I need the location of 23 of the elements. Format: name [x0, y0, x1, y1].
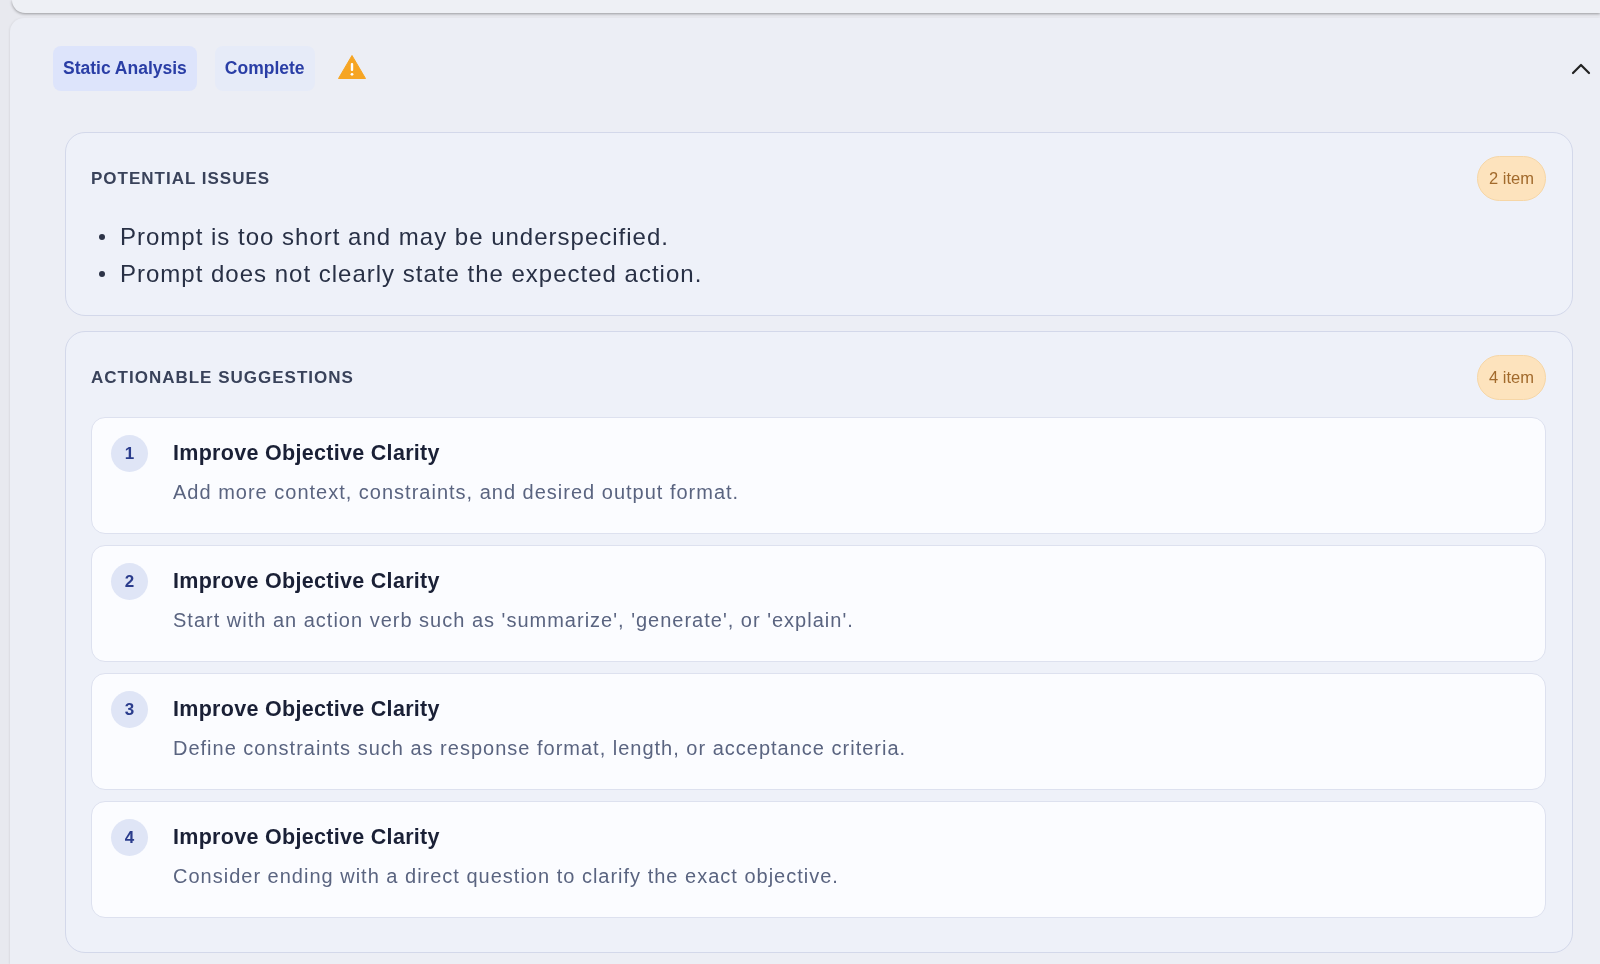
suggestion-text: Define constraints such as response format, length, or acceptance criteria.	[173, 736, 907, 760]
section-title: POTENTIAL ISSUES	[91, 168, 271, 189]
suggestion-title: Improve Objective Clarity	[173, 440, 440, 467]
count-badge: 4 item	[1477, 355, 1546, 400]
stage-tag: Static Analysis	[53, 46, 197, 91]
bullet-icon	[99, 233, 105, 240]
step-number: 1	[111, 435, 148, 472]
section-title: ACTIONABLE SUGGESTIONS	[91, 367, 354, 388]
step-number: 2	[111, 563, 148, 600]
step-number: 4	[111, 819, 148, 856]
issue-text: Prompt does not clearly state the expected action.	[120, 259, 703, 288]
suggestion-text: Add more context, constraints, and desired output format.	[173, 480, 740, 504]
bullet-icon	[99, 270, 105, 277]
count-badge: 2 item	[1477, 156, 1546, 201]
issue-text: Prompt is too short and may be underspecified.	[120, 222, 669, 251]
suggestion-text: Consider ending with a direct question to clarify the exact objective.	[173, 864, 839, 888]
suggestion-text: Start with an action verb such as 'summarize', 'generate', or 'explain'.	[173, 608, 854, 632]
status-tag: Complete	[214, 46, 315, 91]
suggestion-title: Improve Objective Clarity	[173, 824, 440, 851]
suggestion-title: Improve Objective Clarity	[173, 568, 440, 595]
suggestion-title: Improve Objective Clarity	[173, 696, 440, 723]
step-number: 3	[111, 691, 148, 728]
chevron-icon	[1571, 62, 1591, 75]
